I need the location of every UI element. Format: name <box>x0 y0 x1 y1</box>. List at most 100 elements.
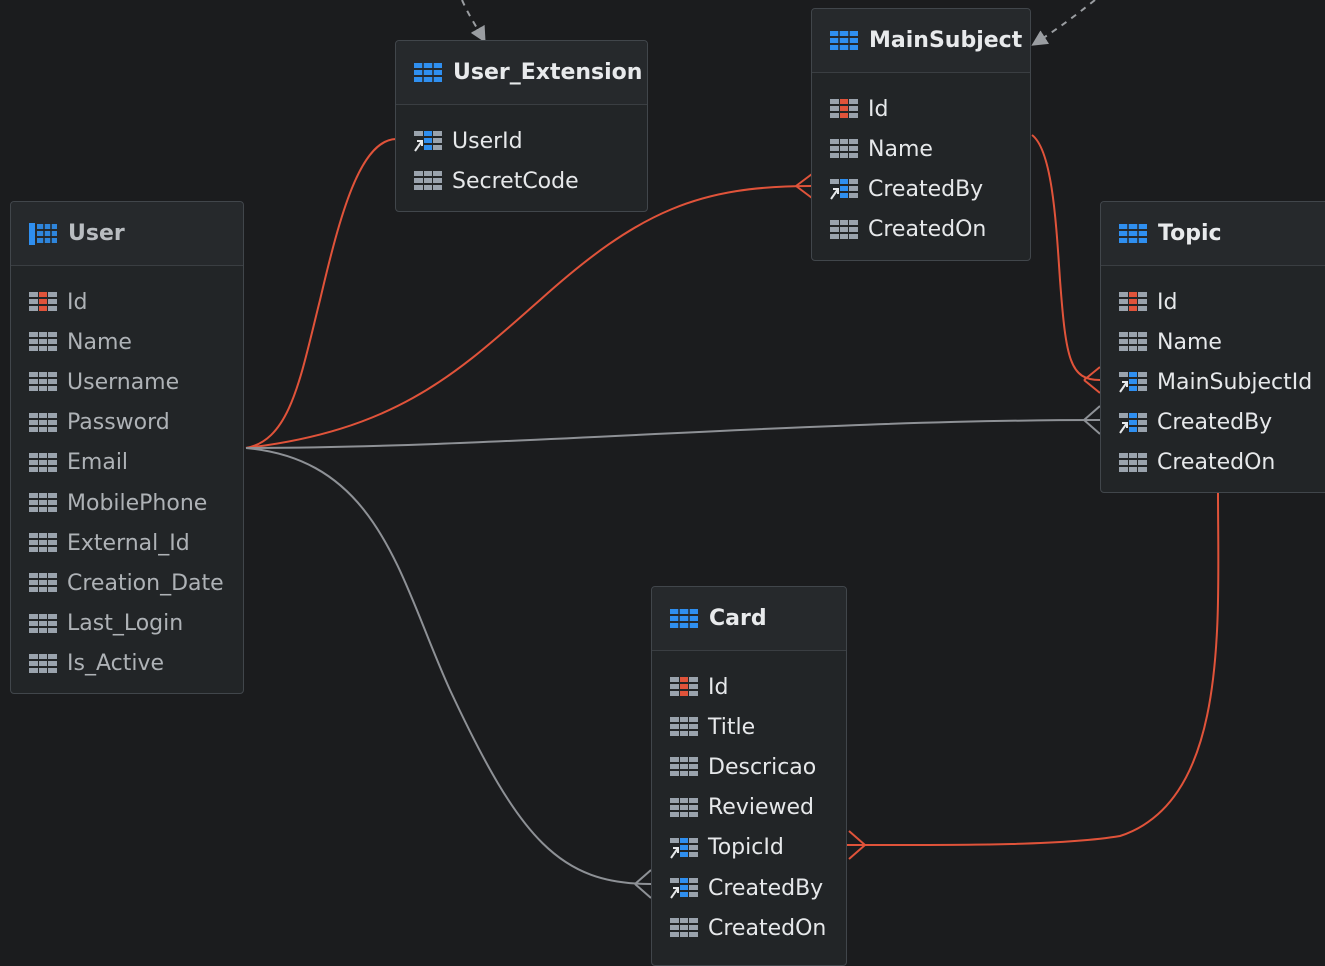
entity-user-extension[interactable]: User_Extension UserId SecretCode <box>395 40 648 212</box>
column-icon <box>29 412 57 432</box>
relation-topic-card[interactable] <box>846 492 1220 847</box>
field-row[interactable]: Name <box>812 129 1030 169</box>
column-icon <box>29 533 57 553</box>
field-label: Name <box>1157 329 1222 355</box>
entity-title: User_Extension <box>453 60 643 85</box>
column-icon <box>830 219 858 239</box>
field-row[interactable]: CreatedBy <box>652 868 846 908</box>
field-row[interactable]: External_Id <box>11 523 243 563</box>
field-row[interactable]: Password <box>11 403 243 443</box>
field-list: Id Name Username Password Email MobilePhone Ex… <box>11 266 243 684</box>
column-icon <box>29 613 57 633</box>
field-label: Username <box>67 369 180 395</box>
column-icon <box>29 653 57 673</box>
field-label: Last_Login <box>67 611 184 637</box>
entity-card[interactable]: Card Id Title Descricao Reviewed TopicId Crea… <box>651 586 847 966</box>
field-row[interactable]: CreatedOn <box>812 210 1030 250</box>
relation-user-topic[interactable] <box>245 419 1101 449</box>
column-icon <box>414 171 442 191</box>
entity-header[interactable]: Card <box>652 587 846 651</box>
primary-key-column-icon <box>670 677 698 697</box>
field-label: MainSubjectId <box>1157 369 1313 395</box>
table-icon <box>414 61 442 84</box>
entity-user[interactable]: User Id Name Username Password Email MobilePh… <box>10 201 244 694</box>
field-row[interactable]: Last_Login <box>11 604 243 644</box>
field-row[interactable]: TopicId <box>652 828 846 868</box>
field-label: MobilePhone <box>67 490 208 516</box>
field-row[interactable]: Descricao <box>652 747 846 787</box>
table-icon <box>29 222 57 245</box>
field-row[interactable]: CreatedOn <box>652 908 846 948</box>
dashed-arrow-to-mainsubject <box>1031 0 1096 46</box>
column-icon <box>29 332 57 352</box>
primary-key-column-icon <box>29 292 57 312</box>
field-label: TopicId <box>708 835 784 861</box>
field-row[interactable]: Name <box>1101 322 1325 362</box>
field-row[interactable]: Creation_Date <box>11 563 243 603</box>
entity-mainsubject[interactable]: MainSubject Id Name CreatedBy CreatedOn <box>811 8 1031 261</box>
field-row[interactable]: CreatedBy <box>812 169 1030 209</box>
field-label: CreatedBy <box>708 875 824 901</box>
foreign-key-column-icon <box>1119 412 1147 434</box>
entity-header[interactable]: MainSubject <box>812 9 1030 73</box>
field-row[interactable]: Id <box>812 89 1030 129</box>
field-row[interactable]: Username <box>11 362 243 402</box>
primary-key-column-icon <box>1119 292 1147 312</box>
column-icon <box>670 797 698 817</box>
field-row[interactable]: Id <box>1101 282 1325 322</box>
field-label: Creation_Date <box>67 570 224 596</box>
field-label: CreatedOn <box>708 915 827 941</box>
primary-key-column-icon <box>830 99 858 119</box>
relation-user-mainsubject[interactable] <box>245 185 813 449</box>
column-icon <box>1119 452 1147 472</box>
column-icon <box>670 757 698 777</box>
column-icon <box>29 573 57 593</box>
field-label: Id <box>708 674 729 700</box>
column-icon <box>670 918 698 938</box>
entity-title: User <box>68 221 125 246</box>
field-row[interactable]: UserId <box>396 121 647 161</box>
entity-header[interactable]: Topic <box>1101 202 1325 266</box>
field-label: CreatedOn <box>868 217 987 243</box>
field-label: Reviewed <box>708 795 814 821</box>
field-row[interactable]: MainSubjectId <box>1101 362 1325 402</box>
field-row[interactable]: Title <box>652 707 846 747</box>
field-row[interactable]: Reviewed <box>652 788 846 828</box>
field-row[interactable]: Email <box>11 443 243 483</box>
relation-user-user-extension[interactable] <box>245 138 397 449</box>
field-label: Password <box>67 410 170 436</box>
field-list: Id Title Descricao Reviewed TopicId CreatedBy… <box>652 651 846 948</box>
field-label: SecretCode <box>452 168 579 194</box>
field-label: Id <box>1157 289 1178 315</box>
entity-header[interactable]: User <box>11 202 243 266</box>
field-row[interactable]: Name <box>11 322 243 362</box>
column-icon <box>29 452 57 472</box>
foreign-key-column-icon <box>670 837 698 859</box>
field-list: Id Name MainSubjectId CreatedBy CreatedOn <box>1101 266 1325 483</box>
field-row[interactable]: MobilePhone <box>11 483 243 523</box>
field-label: Name <box>67 329 132 355</box>
field-row[interactable]: CreatedBy <box>1101 403 1325 443</box>
table-icon <box>670 607 698 630</box>
field-list: UserId SecretCode <box>396 105 647 201</box>
column-icon <box>1119 332 1147 352</box>
entity-topic[interactable]: Topic Id Name MainSubjectId CreatedBy Create… <box>1100 201 1325 493</box>
field-row[interactable]: CreatedOn <box>1101 443 1325 483</box>
table-icon <box>1119 222 1147 245</box>
field-label: Descricao <box>708 754 817 780</box>
foreign-key-column-icon <box>1119 372 1147 394</box>
field-row[interactable]: SecretCode <box>396 161 647 201</box>
relation-user-card[interactable] <box>245 447 652 885</box>
field-row[interactable]: Is_Active <box>11 644 243 684</box>
field-row[interactable]: Id <box>652 667 846 707</box>
field-label: Id <box>868 96 889 122</box>
field-label: External_Id <box>67 530 190 556</box>
column-icon <box>29 372 57 392</box>
field-row[interactable]: Id <box>11 282 243 322</box>
foreign-key-column-icon <box>670 878 698 899</box>
entity-header[interactable]: User_Extension <box>396 41 647 105</box>
entity-title: MainSubject <box>869 28 1023 53</box>
field-label: CreatedOn <box>1157 450 1276 476</box>
relation-mainsubject-topic[interactable] <box>1031 134 1101 381</box>
field-label: Email <box>67 450 129 476</box>
